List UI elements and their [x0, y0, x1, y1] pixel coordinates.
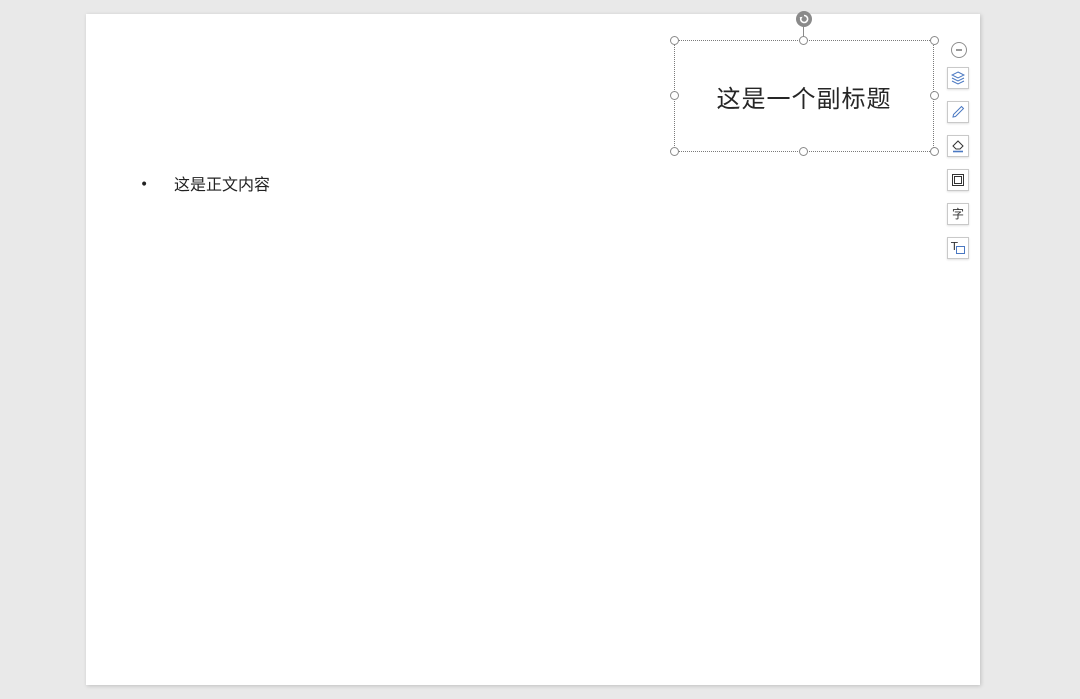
resize-handle-top-right[interactable]	[930, 36, 939, 45]
rotate-handle[interactable]	[796, 11, 812, 27]
collapse-toolbar-button[interactable]	[951, 42, 967, 58]
rotate-icon	[799, 14, 809, 24]
resize-handle-left[interactable]	[670, 91, 679, 100]
bullet: •	[140, 177, 149, 193]
text-box-button[interactable]: T	[947, 237, 969, 259]
slide-canvas[interactable]: • 这是正文内容 这是一个副标题 字 T	[86, 11, 980, 685]
textbox-glyph: T	[951, 240, 958, 253]
body-text: 这是正文内容	[174, 175, 271, 194]
resize-handle-bottom-right[interactable]	[930, 147, 939, 156]
body-placeholder[interactable]: • 这是正文内容	[138, 174, 270, 196]
character-icon: 字	[951, 207, 964, 221]
text-format-button[interactable]: 字	[947, 203, 969, 225]
resize-handle-top-left[interactable]	[670, 36, 679, 45]
paint-bucket-icon	[952, 140, 964, 153]
layers-button[interactable]	[947, 67, 969, 89]
fill-color-button[interactable]	[947, 135, 969, 157]
minus-circle-icon	[956, 49, 962, 51]
subtitle-text: 这是一个副标题	[716, 84, 892, 113]
list-item[interactable]: • 这是正文内容	[138, 174, 270, 196]
shape-outline-icon	[952, 174, 964, 186]
subtitle-textbox[interactable]: 这是一个副标题	[674, 40, 934, 152]
pen-icon	[952, 105, 965, 118]
outline-button[interactable]	[947, 169, 969, 191]
shape-style-button[interactable]	[947, 101, 969, 123]
editor-workspace: • 这是正文内容 这是一个副标题 字 T	[0, 0, 1080, 699]
resize-handle-bottom[interactable]	[799, 147, 808, 156]
layers-icon	[951, 71, 965, 85]
resize-handle-bottom-left[interactable]	[670, 147, 679, 156]
resize-handle-top[interactable]	[799, 36, 808, 45]
resize-handle-right[interactable]	[930, 91, 939, 100]
